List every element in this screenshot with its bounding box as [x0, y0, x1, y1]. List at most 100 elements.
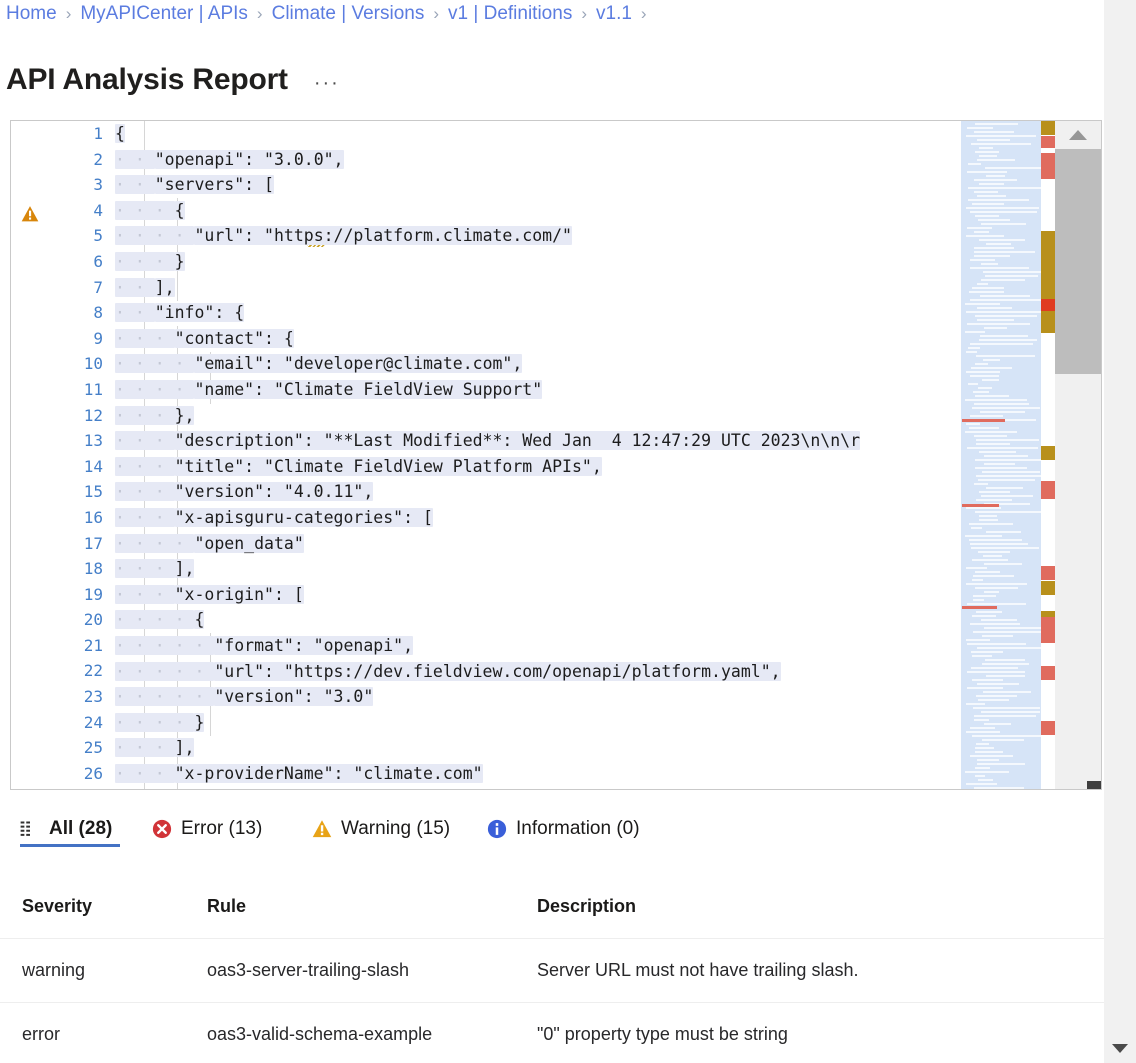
minimap-line — [972, 203, 1004, 205]
column-header-rule[interactable]: Rule — [207, 896, 537, 917]
code-line[interactable]: · · · "x-apisguru-categories": [ — [115, 505, 433, 531]
minimap-line — [966, 639, 990, 641]
table-row[interactable]: warningoas3-server-trailing-slashServer … — [0, 938, 1104, 1002]
overview-ruler-marker[interactable] — [1041, 481, 1055, 499]
line-number: 21 — [53, 633, 103, 659]
overview-ruler-marker[interactable] — [1041, 581, 1055, 595]
code-line[interactable]: · · · ], — [115, 556, 194, 582]
editor-overview-ruler[interactable] — [1041, 121, 1055, 789]
code-line[interactable]: · · "servers": [ — [115, 172, 274, 198]
overview-ruler-marker[interactable] — [1041, 666, 1055, 680]
editor-vertical-scrollbar[interactable] — [1055, 121, 1101, 789]
minimap-line — [978, 219, 1010, 221]
minimap-line — [975, 459, 1041, 461]
title-row: API Analysis Report ··· — [6, 40, 340, 120]
minimap-error-marker — [993, 419, 1005, 422]
tab-all[interactable]: All (28) — [20, 805, 112, 849]
code-line[interactable]: · · · "x-origin": [ — [115, 582, 304, 608]
code-editor[interactable]: 1234567891011121314151617181920212223242… — [10, 120, 1102, 790]
hscrollbar-thumb[interactable] — [1087, 781, 1102, 789]
table-row[interactable]: erroroas3-valid-schema-example"0" proper… — [0, 1002, 1104, 1063]
breadcrumb-item-1[interactable]: MyAPICenter | APIs — [80, 0, 248, 28]
minimap-line — [972, 559, 1008, 561]
scrollbar-thumb[interactable] — [1055, 149, 1101, 374]
code-line[interactable]: · · · "contact": { — [115, 326, 294, 352]
minimap-line — [974, 247, 1014, 249]
code-line[interactable]: · · · "title": "Climate FieldView Platfo… — [115, 454, 602, 480]
indent-dots: · · · · — [115, 380, 194, 399]
minimap-line — [970, 415, 1003, 417]
page-scrollbar[interactable] — [1104, 0, 1136, 1063]
code-line[interactable]: · · "openapi": "3.0.0", — [115, 147, 344, 173]
code-text: "open_data" — [194, 534, 303, 553]
minimap-line — [972, 287, 1004, 289]
overview-ruler-marker[interactable] — [1041, 121, 1055, 135]
minimap-line — [978, 479, 1035, 481]
code-text: "openapi": "3.0.0", — [155, 150, 344, 169]
minimap-line — [966, 567, 987, 569]
indent-dots: · · · — [115, 329, 175, 348]
code-line[interactable]: · · · }, — [115, 403, 194, 429]
code-line[interactable]: · · · · } — [115, 710, 204, 736]
overview-ruler-marker[interactable] — [1041, 566, 1055, 580]
minimap-line — [975, 747, 994, 749]
indent-dots: · · · — [115, 406, 175, 425]
overview-ruler-marker[interactable] — [1041, 721, 1055, 735]
minimap-error-marker — [989, 504, 999, 507]
minimap-line — [970, 211, 1037, 213]
minimap-line — [973, 707, 1040, 709]
line-number: 23 — [53, 684, 103, 710]
minimap-line — [979, 491, 1010, 493]
code-line[interactable]: · · · ], — [115, 735, 194, 761]
code-line[interactable]: · · · · "name": "Climate FieldView Suppo… — [115, 377, 542, 403]
code-line[interactable]: · · · } — [115, 249, 185, 275]
scroll-up-button[interactable] — [1055, 121, 1101, 149]
code-line[interactable]: · · ], — [115, 275, 175, 301]
minimap-line — [986, 243, 1011, 245]
editor-minimap[interactable] — [961, 121, 1041, 789]
column-header-description[interactable]: Description — [537, 896, 1082, 917]
breadcrumb-item-0[interactable]: Home — [6, 0, 57, 28]
tab-error[interactable]: Error (13) — [152, 805, 262, 849]
overview-ruler-marker[interactable] — [1041, 617, 1055, 643]
warning-triangle-icon[interactable] — [21, 205, 39, 223]
minimap-line — [965, 771, 1009, 773]
editor-horizontal-scrollbar[interactable] — [11, 781, 1101, 789]
code-text: "url": "https://dev.fieldview.com/openap… — [214, 662, 780, 681]
tab-warning[interactable]: Warning (15) — [312, 805, 450, 849]
tab-information[interactable]: Information (0) — [487, 805, 640, 849]
code-line[interactable]: · · · · · "version": "3.0" — [115, 684, 373, 710]
editor-code-area[interactable]: {· · "openapi": "3.0.0",· · "servers": [… — [111, 121, 1101, 789]
code-line[interactable]: · · · · · "url": "https://dev.fieldview.… — [115, 659, 781, 685]
code-line[interactable]: · · · · "open_data" — [115, 531, 304, 557]
minimap-line — [966, 235, 1004, 237]
code-line[interactable]: · · · · "email": "developer@climate.com"… — [115, 351, 522, 377]
overview-ruler-marker[interactable] — [1041, 136, 1055, 148]
breadcrumb-item-2[interactable]: Climate | Versions — [272, 0, 425, 28]
column-header-severity[interactable]: Severity — [22, 896, 207, 917]
minimap-line — [984, 463, 1015, 465]
code-line[interactable]: · · · · "url": "https://platform.climate… — [115, 223, 572, 249]
overview-ruler-marker[interactable] — [1041, 299, 1055, 311]
minimap-line — [968, 347, 980, 349]
minimap-line — [970, 343, 1033, 345]
code-line[interactable]: · · · · { — [115, 607, 204, 633]
code-line[interactable]: · · "info": { — [115, 300, 244, 326]
overview-ruler-marker[interactable] — [1041, 153, 1055, 179]
breadcrumb-item-4[interactable]: v1.1 — [596, 0, 632, 28]
overview-ruler-marker[interactable] — [1041, 311, 1055, 333]
minimap-line — [974, 719, 989, 721]
minimap-line — [966, 207, 1039, 209]
code-line[interactable]: · · · "description": "**Last Modified**:… — [115, 428, 860, 454]
more-options-button[interactable]: ··· — [314, 57, 340, 103]
code-line[interactable]: · · · · · "format": "openapi", — [115, 633, 413, 659]
code-line[interactable]: · · · "version": "4.0.11", — [115, 479, 373, 505]
page-scroll-down-button[interactable] — [1104, 1033, 1136, 1063]
line-number: 18 — [53, 556, 103, 582]
code-text: "description": "**Last Modified**: Wed J… — [175, 431, 860, 450]
overview-ruler-marker[interactable] — [1041, 446, 1055, 460]
code-line[interactable]: · · · { — [115, 198, 185, 224]
breadcrumb-item-3[interactable]: v1 | Definitions — [448, 0, 572, 28]
cell-description: "0" property type must be string — [537, 1024, 1082, 1045]
code-line[interactable]: { — [115, 121, 125, 147]
